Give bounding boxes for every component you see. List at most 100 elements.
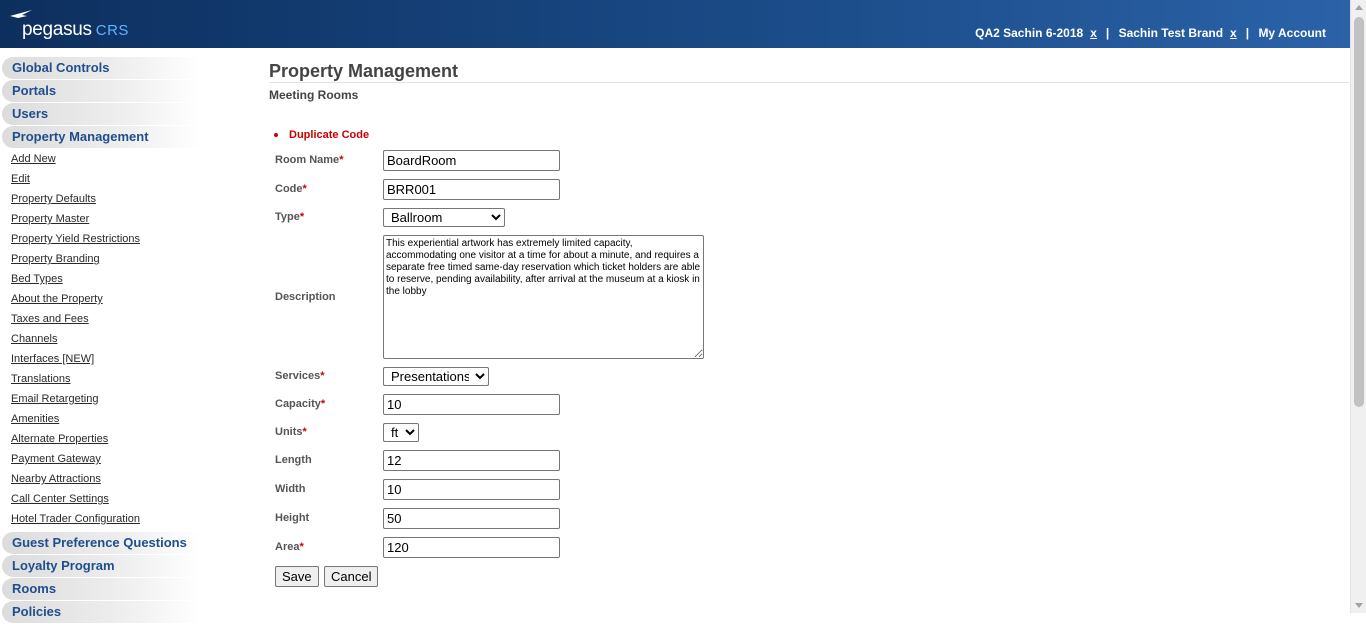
required-marker: * [320, 370, 325, 382]
error-message: Duplicate Code [274, 129, 369, 141]
type-select[interactable]: Ballroom [383, 208, 505, 227]
description-field-wrap: This experiential artwork has extremely … [383, 235, 704, 364]
sidebar-section-loyalty-program[interactable]: Loyalty Program [2, 555, 200, 577]
services-label-text: Services [275, 370, 321, 382]
length-label-text: Length [275, 454, 312, 466]
header-bar: pegasus CRS QA2 Sachin 6-2018 x | Sachin Te… [0, 0, 1350, 48]
sidebar-item-nearby-attractions[interactable]: Nearby Attractions [0, 470, 200, 490]
sidebar-section-property-management[interactable]: Property Management [2, 126, 200, 148]
header-context: QA2 Sachin 6-2018 x | Sachin Test Brand x | … [973, 26, 1328, 40]
page-subtitle: Meeting Rooms [269, 88, 359, 102]
sidebar-item-hotel-trader-configuration[interactable]: Hotel Trader Configuration [0, 510, 200, 530]
description-label: Description [275, 291, 336, 303]
remove-property-link[interactable]: x [1090, 26, 1097, 40]
cancel-button[interactable]: Cancel [324, 566, 379, 587]
services-select[interactable]: Presentations [383, 367, 489, 386]
width-label: Width [275, 483, 305, 495]
context-brand: Sachin Test Brand [1118, 26, 1224, 40]
length-field-wrap [383, 450, 560, 471]
save-button[interactable]: Save [275, 566, 319, 587]
scroll-down-arrow-icon[interactable] [1355, 603, 1363, 608]
sidebar-item-alternate-properties[interactable]: Alternate Properties [0, 430, 200, 450]
room-name-label-text: Room Name [275, 154, 340, 166]
required-marker: * [302, 426, 307, 438]
sidebar-section-users[interactable]: Users [2, 103, 200, 125]
room-name-input[interactable] [383, 150, 560, 171]
description-label-text: Description [275, 291, 336, 303]
bullet-icon [274, 133, 278, 138]
scroll-thumb[interactable] [1354, 17, 1364, 407]
sidebar-item-property-defaults[interactable]: Property Defaults [0, 190, 200, 210]
capacity-label: Capacity* [275, 398, 325, 410]
sidebar-item-property-yield-restrictions[interactable]: Property Yield Restrictions [0, 230, 200, 250]
sidebar-section-rooms[interactable]: Rooms [2, 578, 200, 600]
sidebar-item-amenities[interactable]: Amenities [0, 410, 200, 430]
sidebar-section-guest-preference-questions[interactable]: Guest Preference Questions [2, 532, 200, 554]
width-input[interactable] [383, 479, 560, 500]
my-account-link[interactable]: My Account [1258, 26, 1326, 40]
area-label: Area* [275, 541, 304, 553]
page-scrollbar[interactable] [1350, 0, 1366, 613]
sidebar-item-call-center-settings[interactable]: Call Center Settings [0, 490, 200, 510]
sidebar-section-policies[interactable]: Policies [2, 601, 200, 623]
main-content: Property Management Meeting Rooms Duplic… [269, 57, 1349, 587]
logo-text: pegasus CRS [22, 19, 129, 41]
required-marker: * [339, 154, 344, 166]
type-field-wrap: Ballroom [383, 208, 505, 227]
area-input[interactable] [383, 537, 560, 558]
logo-sub-text: CRS [95, 22, 129, 39]
units-select[interactable]: ft [383, 423, 419, 442]
area-field-wrap [383, 537, 560, 558]
height-label-text: Height [275, 512, 310, 524]
length-label: Length [275, 454, 312, 466]
remove-brand-link[interactable]: x [1230, 26, 1237, 40]
page-title: Property Management [269, 61, 459, 81]
sidebar-item-taxes-and-fees[interactable]: Taxes and Fees [0, 310, 200, 330]
width-field-wrap [383, 479, 560, 500]
sidebar-item-payment-gateway[interactable]: Payment Gateway [0, 450, 200, 470]
area-label-text: Area [275, 541, 300, 553]
sidebar-nav: Global Controls Portals Users Property M… [0, 57, 200, 624]
property-management-submenu: Add New Edit Property Defaults Property … [0, 150, 200, 530]
description-textarea[interactable]: This experiential artwork has extremely … [383, 235, 704, 359]
length-input[interactable] [383, 450, 560, 471]
separator: | [1245, 26, 1250, 40]
room-name-label: Room Name* [275, 154, 343, 166]
code-field-wrap [383, 179, 560, 200]
sidebar-item-channels[interactable]: Channels [0, 330, 200, 350]
width-label-text: Width [275, 483, 306, 495]
sidebar-item-email-retargeting[interactable]: Email Retargeting [0, 390, 200, 410]
height-input[interactable] [383, 508, 560, 529]
height-field-wrap [383, 508, 560, 529]
error-text: Duplicate Code [289, 129, 370, 141]
separator: | [1105, 26, 1110, 40]
sidebar-item-property-master[interactable]: Property Master [0, 210, 200, 230]
context-property: QA2 Sachin 6-2018 [975, 26, 1084, 40]
code-input[interactable] [383, 179, 560, 200]
units-field-wrap: ft [383, 423, 419, 442]
sidebar-section-global-controls[interactable]: Global Controls [2, 57, 200, 79]
sidebar-item-bed-types[interactable]: Bed Types [0, 270, 200, 290]
sidebar-item-interfaces[interactable]: Interfaces [NEW] [0, 350, 200, 370]
required-marker: * [299, 541, 304, 553]
sidebar-item-about-the-property[interactable]: About the Property [0, 290, 200, 310]
capacity-input[interactable] [383, 394, 560, 415]
title-divider [269, 82, 1349, 83]
services-label: Services* [275, 370, 325, 382]
sidebar-item-property-branding[interactable]: Property Branding [0, 250, 200, 270]
units-label: Units* [275, 426, 307, 438]
code-label-text: Code [275, 183, 303, 195]
services-field-wrap: Presentations [383, 367, 489, 386]
room-name-field-wrap [383, 150, 560, 171]
sidebar-item-edit[interactable]: Edit [0, 170, 200, 190]
capacity-field-wrap [383, 394, 560, 415]
required-marker: * [302, 183, 307, 195]
sidebar-item-translations[interactable]: Translations [0, 370, 200, 390]
required-marker: * [320, 398, 326, 410]
type-label: Type* [275, 211, 304, 223]
sidebar-section-portals[interactable]: Portals [2, 80, 200, 102]
logo-main-text: pegasus [22, 19, 92, 40]
scroll-up-arrow-icon[interactable] [1355, 5, 1363, 10]
sidebar-item-add-new[interactable]: Add New [0, 150, 200, 170]
type-label-text: Type [275, 211, 300, 223]
